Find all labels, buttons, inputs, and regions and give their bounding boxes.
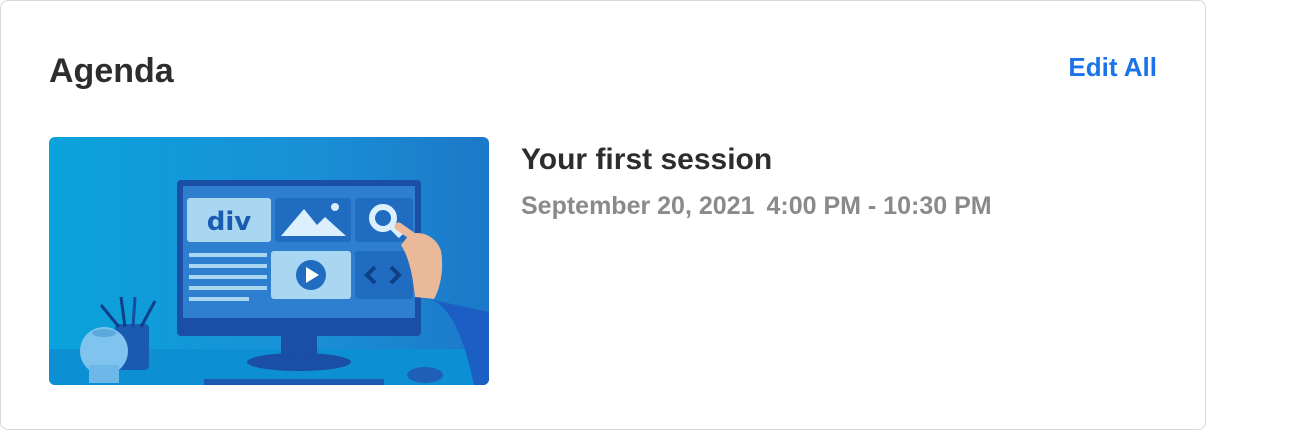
edit-all-link[interactable]: Edit All — [1068, 51, 1157, 83]
session-item: div Your first session September 20, 202… — [49, 137, 1159, 385]
session-thumbnail[interactable]: div — [49, 137, 489, 385]
agenda-title: Agenda — [49, 52, 174, 90]
session-time-range: 4:00 PM - 10:30 PM — [766, 192, 992, 220]
session-title[interactable]: Your first session — [521, 141, 992, 179]
thumbnail-illustration: div — [49, 137, 489, 385]
session-datetime: September 20, 2021 4:00 PM - 10:30 PM — [521, 191, 992, 221]
session-info: Your first session September 20, 2021 4:0… — [521, 137, 992, 385]
agenda-card: Agenda Edit All div Your first session S… — [0, 0, 1206, 430]
session-date: September 20, 2021 — [521, 192, 755, 220]
svg-text:div: div — [207, 207, 252, 237]
code-icon — [355, 251, 413, 299]
